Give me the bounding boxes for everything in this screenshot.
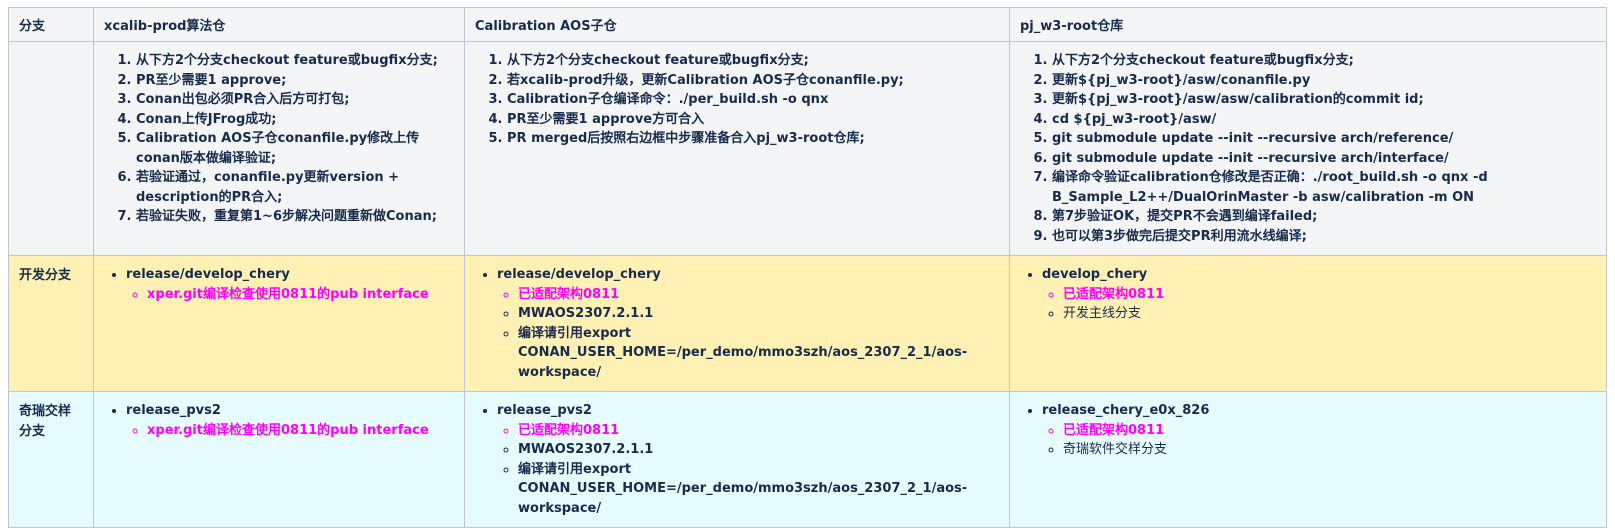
header-pj-w3-root: pj_w3-root仓库 <box>1009 7 1607 42</box>
steps-calibration-cell: 从下方2个分支checkout feature或bugfix分支; 若xcali… <box>464 41 1010 256</box>
list-item: PR merged后按照右边框中步骤准备合入pj_w3-root仓库; <box>507 129 999 149</box>
list-item: git submodule update --init --recursive … <box>1052 149 1596 169</box>
arch-note: 已适配架构0811 <box>1063 285 1596 305</box>
header-branch: 分支 <box>8 7 94 42</box>
list-item: Calibration AOS子仓conanfile.py修改上传conan版本… <box>136 129 454 168</box>
dev-branch-label: 开发分支 <box>8 255 94 392</box>
dev-calibration-cell: release/develop_chery 已适配架构0811 MWAOS230… <box>464 255 1010 392</box>
branch-name: release_pvs2 <box>126 403 221 418</box>
list-item: 若验证失败，重复第1~6步解决问题重新做Conan; <box>136 207 454 227</box>
header-xcalib-prod: xcalib-prod算法仓 <box>93 7 465 42</box>
list-item: 编译命令验证calibration仓修改是否正确：./root_build.sh… <box>1052 168 1596 207</box>
chery-xcalib-cell: release_pvs2 xper.git编译检查使用0811的pub inte… <box>93 391 465 528</box>
list-item: Conan出包必须PR合入后方可打包; <box>136 90 454 110</box>
list-item: Calibration子仓编译命令：./per_build.sh -o qnx <box>507 90 999 110</box>
arch-note: 已适配架构0811 <box>518 285 999 305</box>
list-item: 从下方2个分支checkout feature或bugfix分支; <box>136 51 454 71</box>
list-item: PR至少需要1 approve方可合入 <box>507 110 999 130</box>
list-item: 更新${pj_w3-root}/asw/conanfile.py <box>1052 71 1596 91</box>
branch-name: release/develop_chery <box>126 267 290 282</box>
dev-xcalib-cell: release/develop_chery xper.git编译检查使用0811… <box>93 255 465 392</box>
build-note: 编译请引用export CONAN_USER_HOME=/per_demo/mm… <box>518 460 967 519</box>
header-row: 分支 xcalib-prod算法仓 Calibration AOS子仓 pj_w… <box>8 7 1607 42</box>
branch-name: release_pvs2 <box>497 403 592 418</box>
steps-row: 从下方2个分支checkout feature或bugfix分支; PR至少需要… <box>8 41 1607 256</box>
chery-root-cell: release_chery_e0x_826 已适配架构0811 奇瑞软件交样分支 <box>1009 391 1607 528</box>
branch-name: release/develop_chery <box>497 267 661 282</box>
list-item: cd ${pj_w3-root}/asw/ <box>1052 110 1596 130</box>
steps-xcalib-cell: 从下方2个分支checkout feature或bugfix分支; PR至少需要… <box>93 41 465 256</box>
steps-xcalib-list: 从下方2个分支checkout feature或bugfix分支; PR至少需要… <box>104 51 454 227</box>
steps-root-list: 从下方2个分支checkout feature或bugfix分支; 更新${pj… <box>1020 51 1596 246</box>
list-item: 也可以第3步做完后提交PR利用流水线编译; <box>1052 227 1596 247</box>
list-item: 若xcalib-prod升级，更新Calibration AOS子仓conanf… <box>507 71 999 91</box>
version-note: MWAOS2307.2.1.1 <box>518 440 999 460</box>
steps-root-cell: 从下方2个分支checkout feature或bugfix分支; 更新${pj… <box>1009 41 1607 256</box>
chery-branch-label: 奇瑞交样分支 <box>8 391 94 528</box>
list-item: 更新${pj_w3-root}/asw/asw/calibration的comm… <box>1052 90 1596 110</box>
list-item: 若验证通过，conanfile.py更新version + descriptio… <box>136 168 454 207</box>
branch-note: xper.git编译检查使用0811的pub interface <box>147 421 454 441</box>
branch-name: release_chery_e0x_826 <box>1042 403 1210 418</box>
list-item: Conan上传JFrog成功; <box>136 110 454 130</box>
arch-note: 已适配架构0811 <box>518 421 999 441</box>
header-calibration-aos: Calibration AOS子仓 <box>464 7 1010 42</box>
list-item: PR至少需要1 approve; <box>136 71 454 91</box>
branch-desc: 奇瑞软件交样分支 <box>1063 440 1596 460</box>
branch-note: xper.git编译检查使用0811的pub interface <box>147 285 454 305</box>
branch-name: develop_chery <box>1042 267 1148 282</box>
chery-calibration-cell: release_pvs2 已适配架构0811 MWAOS2307.2.1.1 编… <box>464 391 1010 528</box>
version-note: MWAOS2307.2.1.1 <box>518 304 999 324</box>
branch-desc: 开发主线分支 <box>1063 304 1596 324</box>
chery-branch-row: 奇瑞交样分支 release_pvs2 xper.git编译检查使用0811的p… <box>8 391 1607 528</box>
arch-note: 已适配架构0811 <box>1063 421 1596 441</box>
dev-root-cell: develop_chery 已适配架构0811 开发主线分支 <box>1009 255 1607 392</box>
list-item: 从下方2个分支checkout feature或bugfix分支; <box>507 51 999 71</box>
dev-branch-row: 开发分支 release/develop_chery xper.git编译检查使… <box>8 255 1607 392</box>
steps-label-cell <box>8 41 94 256</box>
list-item: git submodule update --init --recursive … <box>1052 129 1596 149</box>
branch-table: 分支 xcalib-prod算法仓 Calibration AOS子仓 pj_w… <box>8 7 1607 528</box>
build-note: 编译请引用export CONAN_USER_HOME=/per_demo/mm… <box>518 324 967 383</box>
steps-calibration-list: 从下方2个分支checkout feature或bugfix分支; 若xcali… <box>475 51 999 149</box>
list-item: 从下方2个分支checkout feature或bugfix分支; <box>1052 51 1596 71</box>
list-item: 第7步验证OK，提交PR不会遇到编译failed; <box>1052 207 1596 227</box>
